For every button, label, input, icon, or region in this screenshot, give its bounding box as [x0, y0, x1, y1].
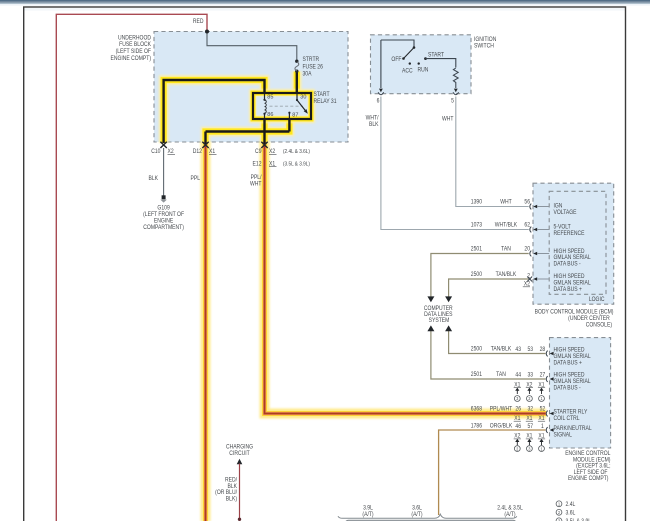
svg-text:PPL: PPL	[190, 176, 200, 182]
svg-text:6368: 6368	[471, 406, 482, 412]
svg-text:46: 46	[515, 424, 521, 430]
svg-text:WHT/BLK: WHT/BLK	[495, 222, 518, 228]
svg-text:52: 52	[540, 406, 546, 412]
svg-text:(2.4L & 3.6L): (2.4L & 3.6L)	[283, 149, 310, 155]
svg-text:TAN: TAN	[501, 246, 511, 252]
svg-text:REFERENCE: REFERENCE	[554, 231, 585, 237]
svg-text:1390: 1390	[471, 199, 482, 205]
svg-text:26: 26	[515, 406, 521, 412]
svg-text:1786: 1786	[471, 423, 482, 429]
svg-text:3.6L: 3.6L	[565, 510, 575, 516]
svg-text:C10: C10	[151, 149, 160, 155]
svg-text:ORG/BLK: ORG/BLK	[490, 423, 513, 429]
svg-text:28: 28	[540, 347, 546, 353]
svg-text:43: 43	[515, 347, 521, 353]
svg-text:C9: C9	[255, 149, 261, 155]
svg-text:E12: E12	[253, 161, 262, 167]
svg-text:FUSE BLOCK: FUSE BLOCK	[119, 42, 151, 48]
svg-text:RUN: RUN	[418, 67, 429, 73]
svg-text:BLK: BLK	[369, 122, 379, 128]
svg-text:FUSE 26: FUSE 26	[303, 64, 323, 70]
svg-text:CIRCUIT: CIRCUIT	[229, 451, 250, 457]
svg-text:2500: 2500	[471, 346, 482, 352]
svg-text:62: 62	[524, 222, 530, 228]
svg-text:WHT: WHT	[442, 116, 454, 122]
svg-text:ACC: ACC	[402, 68, 413, 74]
svg-text:32: 32	[528, 406, 534, 412]
svg-text:DATA BUS +: DATA BUS +	[554, 287, 582, 293]
svg-text:30A: 30A	[303, 71, 312, 77]
svg-text:PPL/WHT: PPL/WHT	[490, 406, 513, 412]
svg-text:1: 1	[541, 424, 544, 430]
svg-text:TAN/BLK: TAN/BLK	[496, 272, 517, 278]
svg-text:2500: 2500	[471, 272, 482, 278]
svg-text:(LEFT SIDE OF: (LEFT SIDE OF	[116, 49, 152, 55]
svg-text:BLK): BLK)	[226, 496, 237, 502]
svg-text:6: 6	[377, 98, 380, 104]
svg-text:44: 44	[515, 372, 521, 378]
svg-text:56: 56	[524, 199, 530, 205]
svg-text:LOGIC: LOGIC	[589, 297, 605, 303]
svg-text:DATA BUS -: DATA BUS -	[554, 385, 581, 391]
svg-text:COMPARTMENT): COMPARTMENT)	[143, 225, 184, 231]
svg-text:SYSTEM: SYSTEM	[429, 318, 450, 324]
svg-text:33: 33	[528, 372, 534, 378]
svg-text:30: 30	[300, 95, 306, 101]
svg-text:(A/T): (A/T)	[504, 512, 515, 518]
svg-text:TAN/BLK: TAN/BLK	[491, 346, 512, 352]
svg-text:57: 57	[528, 424, 534, 430]
svg-text:DATA BUS -: DATA BUS -	[554, 261, 581, 267]
svg-text:2.4L: 2.4L	[565, 502, 575, 508]
svg-text:UNDERHOOD: UNDERHOOD	[118, 35, 151, 41]
svg-text:START: START	[313, 92, 330, 98]
svg-text:ENGINE COMPT): ENGINE COMPT)	[568, 476, 609, 482]
svg-text:TAN: TAN	[496, 372, 506, 378]
svg-text:ENGINE COMPT): ENGINE COMPT)	[110, 55, 151, 61]
svg-text:WHT: WHT	[500, 199, 512, 205]
svg-text:RED: RED	[193, 19, 204, 25]
svg-text:STRTR: STRTR	[303, 57, 320, 63]
svg-text:VOLTAGE: VOLTAGE	[554, 210, 577, 216]
svg-text:WHT: WHT	[250, 181, 262, 187]
svg-text:(3.5L & 3.9L): (3.5L & 3.9L)	[283, 161, 310, 167]
svg-text:SIGNAL: SIGNAL	[554, 432, 572, 438]
svg-text:RELAY 31: RELAY 31	[313, 99, 336, 105]
svg-text:2: 2	[527, 273, 530, 279]
svg-text:86: 86	[267, 112, 273, 118]
svg-text:IGNITION: IGNITION	[474, 37, 496, 43]
svg-text:2501: 2501	[471, 372, 482, 378]
svg-text:85: 85	[267, 95, 273, 101]
svg-text:1073: 1073	[471, 222, 482, 228]
svg-text:(A/T): (A/T)	[411, 512, 422, 518]
svg-text:OFF: OFF	[391, 56, 402, 62]
svg-text:DATA BUS +: DATA BUS +	[554, 360, 582, 366]
svg-text:BLK: BLK	[148, 176, 158, 182]
svg-text:(A/T): (A/T)	[362, 512, 373, 518]
svg-text:87: 87	[292, 113, 298, 119]
svg-text:27: 27	[540, 372, 546, 378]
svg-text:5: 5	[451, 98, 454, 104]
svg-text:2501: 2501	[471, 246, 482, 252]
svg-text:CONSOLE): CONSOLE)	[586, 322, 612, 328]
svg-text:53: 53	[528, 347, 534, 353]
svg-text:SWITCH: SWITCH	[474, 43, 494, 49]
svg-text:START: START	[428, 52, 445, 58]
svg-text:COIL CTRL: COIL CTRL	[554, 416, 580, 422]
svg-text:D12: D12	[193, 149, 202, 155]
svg-text:20: 20	[524, 246, 530, 252]
